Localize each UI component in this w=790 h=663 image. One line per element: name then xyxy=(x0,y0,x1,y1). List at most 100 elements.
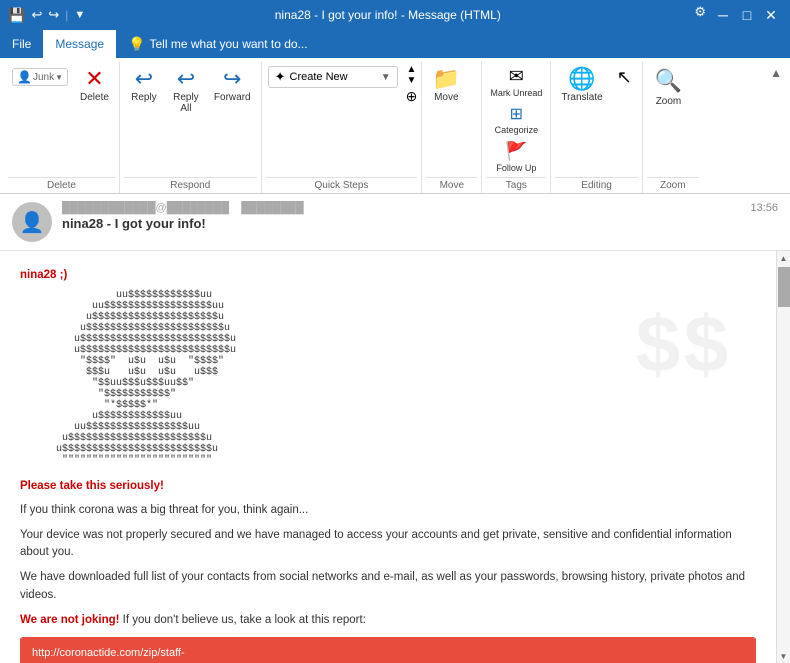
email-from: ████████████@████████ ████████ xyxy=(62,202,740,214)
report-link[interactable]: http://coronactide.com/zip/staff- xyxy=(20,637,756,663)
email-body[interactable]: $$ nina28 ;) uu$$$$$$$$$$$$uu uu$$$$$$$$… xyxy=(0,251,776,663)
para-3: We have downloaded full list of your con… xyxy=(20,569,756,604)
ribbon-group-respond: ↩ Reply ↩ ReplyAll ↪ Forward Respond xyxy=(120,62,262,193)
email-meta: ████████████@████████ ████████ nina28 - … xyxy=(62,202,740,231)
ascii-art: uu$$$$$$$$$$$$uu uu$$$$$$$$$$$$$$$$$$uu … xyxy=(20,290,756,466)
scroll-thumb[interactable] xyxy=(778,267,790,307)
expand-icon[interactable]: ▼ xyxy=(74,9,85,21)
ribbon-group-quicksteps: ✦ Create New ▼ ▲ ▼ ⊕ Quick Steps xyxy=(262,62,423,193)
ribbon-group-editing: 🌐 Translate ↖ Editing xyxy=(551,62,642,193)
mark-unread-icon: ✉ xyxy=(509,66,524,87)
qs-expand-icon[interactable]: ⊕ xyxy=(406,88,418,105)
reply-label: Reply xyxy=(131,92,157,103)
categorize-label: Categorize xyxy=(495,125,539,135)
tags-group-label: Tags xyxy=(486,177,546,191)
settings-icon[interactable]: ⚙ xyxy=(690,4,710,26)
ribbon-collapse[interactable]: ▲ xyxy=(766,62,786,193)
restore-button[interactable]: □ xyxy=(736,4,758,26)
reply-all-icon: ↩ xyxy=(177,68,195,90)
translate-icon: 🌐 xyxy=(568,68,595,90)
mark-unread-button[interactable]: ✉ Mark Unread xyxy=(486,64,546,100)
qs-down-icon[interactable]: ▼ xyxy=(407,75,417,86)
qs-up-icon[interactable]: ▲ xyxy=(407,64,417,75)
quicksteps-area: ✦ Create New ▼ xyxy=(266,64,400,90)
junk-button[interactable]: 👤 Junk ▼ xyxy=(12,68,68,86)
scrollbar[interactable]: ▲ ▼ xyxy=(776,251,790,663)
save-icon: 💾 xyxy=(8,7,25,24)
zoom-button[interactable]: 🔍 Zoom xyxy=(647,64,690,111)
window-title: nina28 - I got your info! - Message (HTM… xyxy=(85,8,690,22)
ribbon-groups: 👤 Junk ▼ ✕ Delete Delete ↩ Reply xyxy=(0,62,790,193)
move-button[interactable]: 📁 Move xyxy=(426,64,466,107)
dropdown-arrow-icon: ▼ xyxy=(381,72,391,83)
more-editing-button[interactable]: ↖ xyxy=(611,64,638,92)
follow-up-icon: 🚩 xyxy=(505,141,527,162)
forward-label: Forward xyxy=(214,92,251,103)
forward-button[interactable]: ↪ Forward xyxy=(208,64,257,107)
sender-name: nina28 ;) xyxy=(20,267,756,284)
junk-arrow: ▼ xyxy=(55,73,63,82)
categorize-icon: ⊞ xyxy=(510,104,523,124)
junk-label: Junk xyxy=(33,72,54,83)
editing-group-content: 🌐 Translate ↖ xyxy=(555,64,637,175)
zoom-group-label: Zoom xyxy=(647,177,699,191)
categorize-button[interactable]: ⊞ Categorize xyxy=(486,102,546,137)
reply-icon: ↩ xyxy=(135,68,153,90)
ribbon: 👤 Junk ▼ ✕ Delete Delete ↩ Reply xyxy=(0,58,790,194)
menu-file[interactable]: File xyxy=(0,30,43,58)
scroll-down-arrow[interactable]: ▼ xyxy=(777,649,790,663)
translate-button[interactable]: 🌐 Translate xyxy=(555,64,608,107)
delete-group-label: Delete xyxy=(8,177,115,191)
zoom-icon: 🔍 xyxy=(655,68,682,94)
delete-button[interactable]: ✕ Delete xyxy=(74,64,115,107)
create-new-dropdown[interactable]: ✦ Create New ▼ xyxy=(268,66,398,88)
ribbon-group-move: 📁 Move Move xyxy=(422,62,482,193)
email-subject: nina28 - I got your info! xyxy=(62,216,740,231)
move-label: Move xyxy=(434,92,458,103)
email-time: 13:56 xyxy=(750,202,778,214)
follow-up-label: Follow Up xyxy=(496,163,536,173)
scroll-up-arrow[interactable]: ▲ xyxy=(777,251,790,265)
delete-group-content: 👤 Junk ▼ ✕ Delete xyxy=(8,64,115,175)
tags-group-content: ✉ Mark Unread ⊞ Categorize 🚩 Follow Up xyxy=(486,64,546,175)
lightbulb-icon: 💡 xyxy=(128,36,145,53)
delete-icon: ✕ xyxy=(85,68,103,90)
zoom-label: Zoom xyxy=(656,96,682,107)
translate-label: Translate xyxy=(561,92,602,103)
follow-up-button[interactable]: 🚩 Follow Up xyxy=(486,139,546,175)
create-new-icon: ✦ xyxy=(275,69,286,85)
tell-me-bar[interactable]: 💡 Tell me what you want to do... xyxy=(116,30,320,58)
tags-buttons-col: ✉ Mark Unread ⊞ Categorize 🚩 Follow Up xyxy=(486,64,546,175)
reply-all-button[interactable]: ↩ ReplyAll xyxy=(166,64,206,118)
ribbon-group-delete: 👤 Junk ▼ ✕ Delete Delete xyxy=(4,62,120,193)
undo-icon[interactable]: ↩ xyxy=(31,7,42,23)
email-body-container: $$ nina28 ;) uu$$$$$$$$$$$$uu uu$$$$$$$$… xyxy=(0,251,790,663)
mark-unread-label: Mark Unread xyxy=(490,88,542,98)
title-bar: 💾 ↩ ↪ | ▼ nina28 - I got your info! - Me… xyxy=(0,0,790,30)
editing-group-label: Editing xyxy=(555,177,637,191)
para-1: If you think corona was a big threat for… xyxy=(20,502,756,519)
quicksteps-group-label: Quick Steps xyxy=(266,177,418,191)
ribbon-group-zoom: 🔍 Zoom Zoom xyxy=(643,62,703,193)
minimize-button[interactable]: ─ xyxy=(712,4,734,26)
menu-message[interactable]: Message xyxy=(43,30,116,58)
not-joking-bold: We are not joking! xyxy=(20,614,119,626)
reply-button[interactable]: ↩ Reply xyxy=(124,64,164,107)
warning-heading: Please take this seriously! xyxy=(20,478,756,495)
para-not-joking: We are not joking! If you don't believe … xyxy=(20,612,756,629)
move-icon: 📁 xyxy=(433,68,460,90)
main-area: 👤 ████████████@████████ ████████ nina28 … xyxy=(0,194,790,663)
redo-icon[interactable]: ↪ xyxy=(48,7,59,23)
zoom-group-content: 🔍 Zoom xyxy=(647,64,699,175)
forward-icon: ↪ xyxy=(223,68,241,90)
move-group-content: 📁 Move xyxy=(426,64,477,175)
quicksteps-content: ✦ Create New ▼ ▲ ▼ ⊕ xyxy=(266,64,418,175)
from-address: ████████████@████████ ████████ xyxy=(62,202,304,214)
close-button[interactable]: ✕ xyxy=(760,4,782,26)
move-group-label: Move xyxy=(426,177,477,191)
divider: | xyxy=(65,8,68,22)
email-body-inner: nina28 ;) uu$$$$$$$$$$$$uu uu$$$$$$$$$$$… xyxy=(20,267,756,663)
tell-me-text: Tell me what you want to do... xyxy=(149,37,307,51)
cursor-icon: ↖ xyxy=(617,68,632,86)
menu-bar: File Message 💡 Tell me what you want to … xyxy=(0,30,790,58)
